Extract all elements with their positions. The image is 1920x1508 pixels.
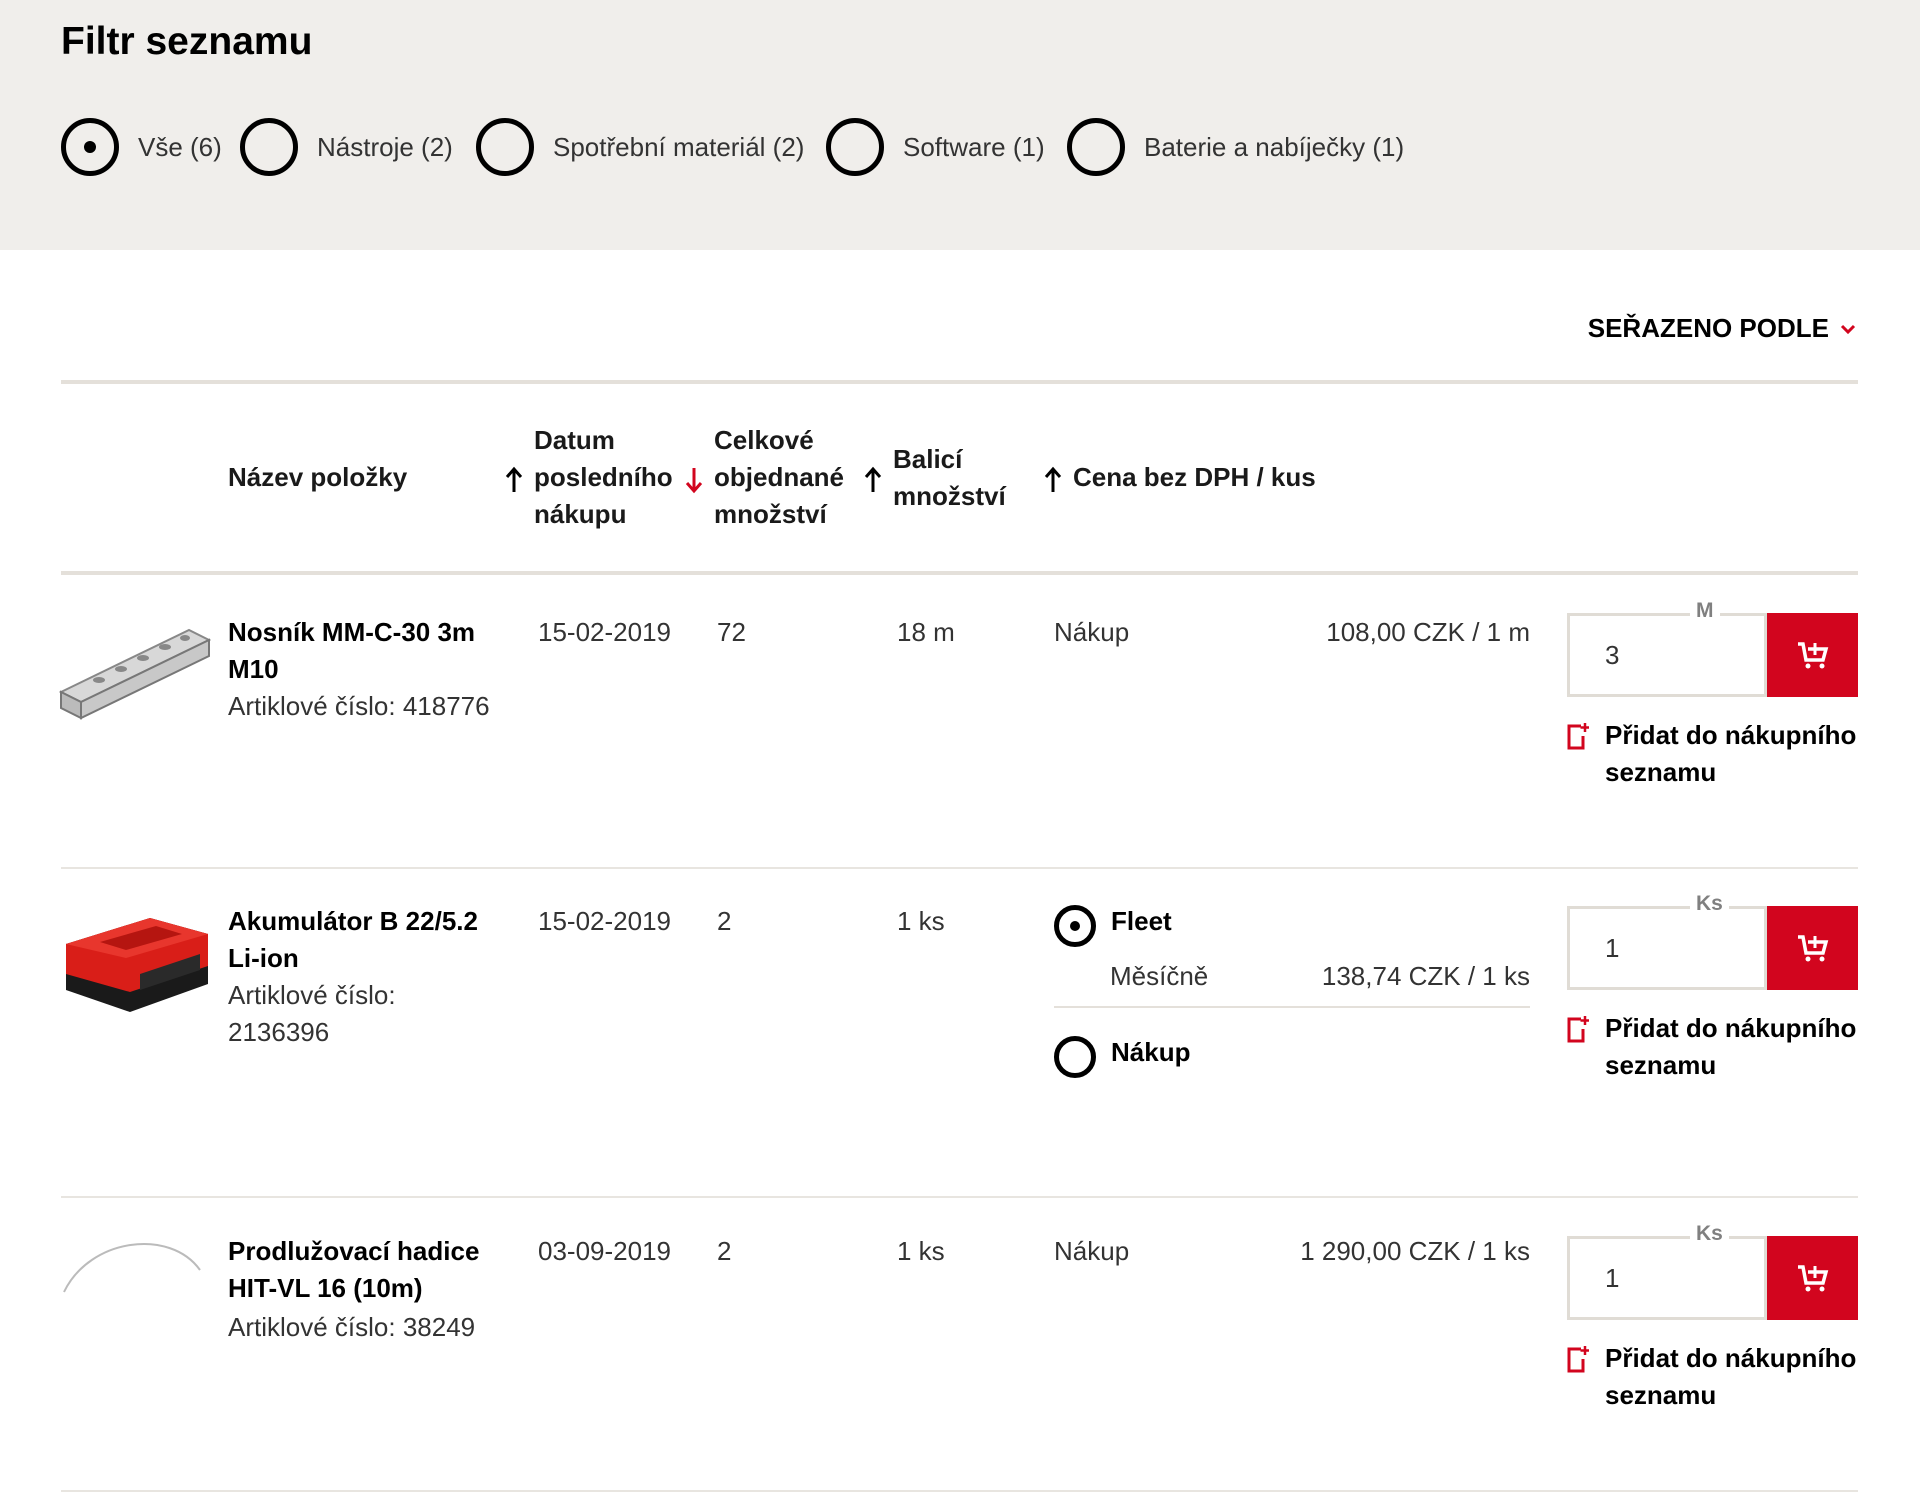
add-to-list-icon <box>1567 723 1589 750</box>
purchase-label: Nákup <box>1054 1236 1130 1266</box>
sort-up-icon[interactable] <box>864 466 882 494</box>
quantity-input[interactable]: M 3 <box>1567 599 1767 697</box>
quantity-input[interactable]: Ks 1 <box>1567 892 1767 990</box>
part-number: Artiklové číslo: 418776 <box>228 691 490 721</box>
last-purchase-date: 15-02-2019 <box>538 906 671 936</box>
purchase-radio[interactable] <box>1054 1036 1096 1078</box>
quantity-input[interactable]: Ks 1 <box>1567 1222 1767 1320</box>
fleet-label: Fleet <box>1111 906 1172 936</box>
option-divider <box>1054 1006 1530 1008</box>
monthly-label: Měsíčně <box>1110 961 1209 991</box>
product-name[interactable]: Nosník MM-C-30 3m M10 <box>228 614 498 688</box>
divider <box>61 380 1858 384</box>
filter-option-label: Nástroje (2) <box>317 131 453 162</box>
product-image-hose[interactable] <box>60 1234 204 1296</box>
purchase-label: Nákup <box>1054 617 1130 647</box>
add-to-cart-button[interactable] <box>1767 1236 1858 1320</box>
sort-up-icon[interactable] <box>1044 466 1062 494</box>
add-to-shopping-list-link[interactable]: Přidat do nákupního seznamu <box>1567 1010 1865 1084</box>
product-image-channel[interactable] <box>59 610 211 722</box>
radio-icon[interactable] <box>826 118 884 176</box>
filter-option-label: Software (1) <box>903 131 1045 162</box>
total-ordered: 2 <box>717 1236 732 1266</box>
sort-up-icon[interactable] <box>505 466 523 494</box>
last-purchase-date: 15-02-2019 <box>538 617 671 647</box>
product-name[interactable]: Akumulátor B 22/5.2 Li-ion <box>228 903 498 977</box>
price: 108,00 CZK / 1 m <box>1326 617 1530 647</box>
package-qty: 1 ks <box>897 906 945 936</box>
cart-icon <box>1797 642 1828 669</box>
add-to-cart-button[interactable] <box>1767 906 1858 990</box>
quantity-unit: M <box>1690 599 1720 623</box>
chevron-down-icon <box>1840 324 1856 334</box>
product-image-battery[interactable] <box>60 904 210 1018</box>
quantity-value[interactable]: 1 <box>1605 933 1619 964</box>
divider <box>61 1196 1858 1198</box>
sort-down-icon[interactable] <box>685 466 703 494</box>
filter-option-label: Spotřební materiál (2) <box>553 131 805 162</box>
filter-option-label: Vše (6) <box>138 131 222 162</box>
filter-option-batteries[interactable]: Baterie a nabíječky (1) <box>1067 118 1404 176</box>
radio-checked-icon[interactable] <box>61 118 119 176</box>
cart-icon <box>1797 935 1828 962</box>
filter-panel: Filtr seznamu Vše (6) Nástroje (2) Spotř… <box>0 0 1920 250</box>
filter-option-consumables[interactable]: Spotřební materiál (2) <box>476 118 804 176</box>
radio-icon[interactable] <box>240 118 298 176</box>
quantity-value[interactable]: 1 <box>1605 1263 1619 1294</box>
cart-icon <box>1797 1265 1828 1292</box>
filter-option-tools[interactable]: Nástroje (2) <box>240 118 453 176</box>
part-number: Artiklové číslo: 38249 <box>228 1312 476 1342</box>
add-to-cart-button[interactable] <box>1767 613 1858 697</box>
add-to-list-label: Přidat do nákupního seznamu <box>1605 1343 1857 1410</box>
add-to-list-label: Přidat do nákupního seznamu <box>1605 720 1857 787</box>
quantity-unit: Ks <box>1690 1222 1729 1246</box>
product-name[interactable]: Prodlužovací hadice HIT-VL 16 (10m) <box>228 1233 498 1307</box>
filter-option-label: Baterie a nabíječky (1) <box>1144 131 1405 162</box>
total-ordered: 72 <box>717 617 746 647</box>
add-to-list-icon <box>1567 1016 1589 1043</box>
quantity-unit: Ks <box>1690 892 1729 916</box>
filter-option-software[interactable]: Software (1) <box>826 118 1045 176</box>
divider <box>61 1490 1858 1492</box>
radio-icon[interactable] <box>1067 118 1125 176</box>
add-to-list-icon <box>1567 1346 1589 1373</box>
sort-by-label: SEŘAZENO PODLE <box>1587 313 1829 343</box>
part-number: Artiklové číslo: 2136396 <box>228 980 396 1047</box>
add-to-shopping-list-link[interactable]: Přidat do nákupního seznamu <box>1567 717 1865 791</box>
package-qty: 1 ks <box>897 1236 945 1266</box>
add-to-list-label: Přidat do nákupního seznamu <box>1605 1013 1857 1080</box>
divider <box>61 867 1858 869</box>
header-total-ordered[interactable]: Celkové objednané množství <box>714 422 864 533</box>
header-last-purchase[interactable]: Datum posledního nákupu <box>534 422 684 533</box>
total-ordered: 2 <box>717 906 732 936</box>
quantity-value[interactable]: 3 <box>1605 640 1619 671</box>
add-to-shopping-list-link[interactable]: Přidat do nákupního seznamu <box>1567 1340 1865 1414</box>
fleet-radio[interactable] <box>1054 905 1096 947</box>
package-qty: 18 m <box>897 617 955 647</box>
filter-title: Filtr seznamu <box>61 20 313 63</box>
header-package-qty[interactable]: Balicí množství <box>893 441 1023 515</box>
divider <box>61 571 1858 575</box>
header-name[interactable]: Název položky <box>228 459 407 496</box>
purchase-label: Nákup <box>1111 1037 1191 1067</box>
price: 138,74 CZK / 1 ks <box>1321 961 1530 991</box>
last-purchase-date: 03-09-2019 <box>538 1236 671 1266</box>
price: 1 290,00 CZK / 1 ks <box>1300 1236 1530 1266</box>
sort-by-dropdown[interactable]: SEŘAZENO PODLE <box>1588 313 1857 344</box>
header-price[interactable]: Cena bez DPH / kus <box>1073 459 1316 496</box>
radio-icon[interactable] <box>476 118 534 176</box>
filter-option-all[interactable]: Vše (6) <box>61 118 222 176</box>
